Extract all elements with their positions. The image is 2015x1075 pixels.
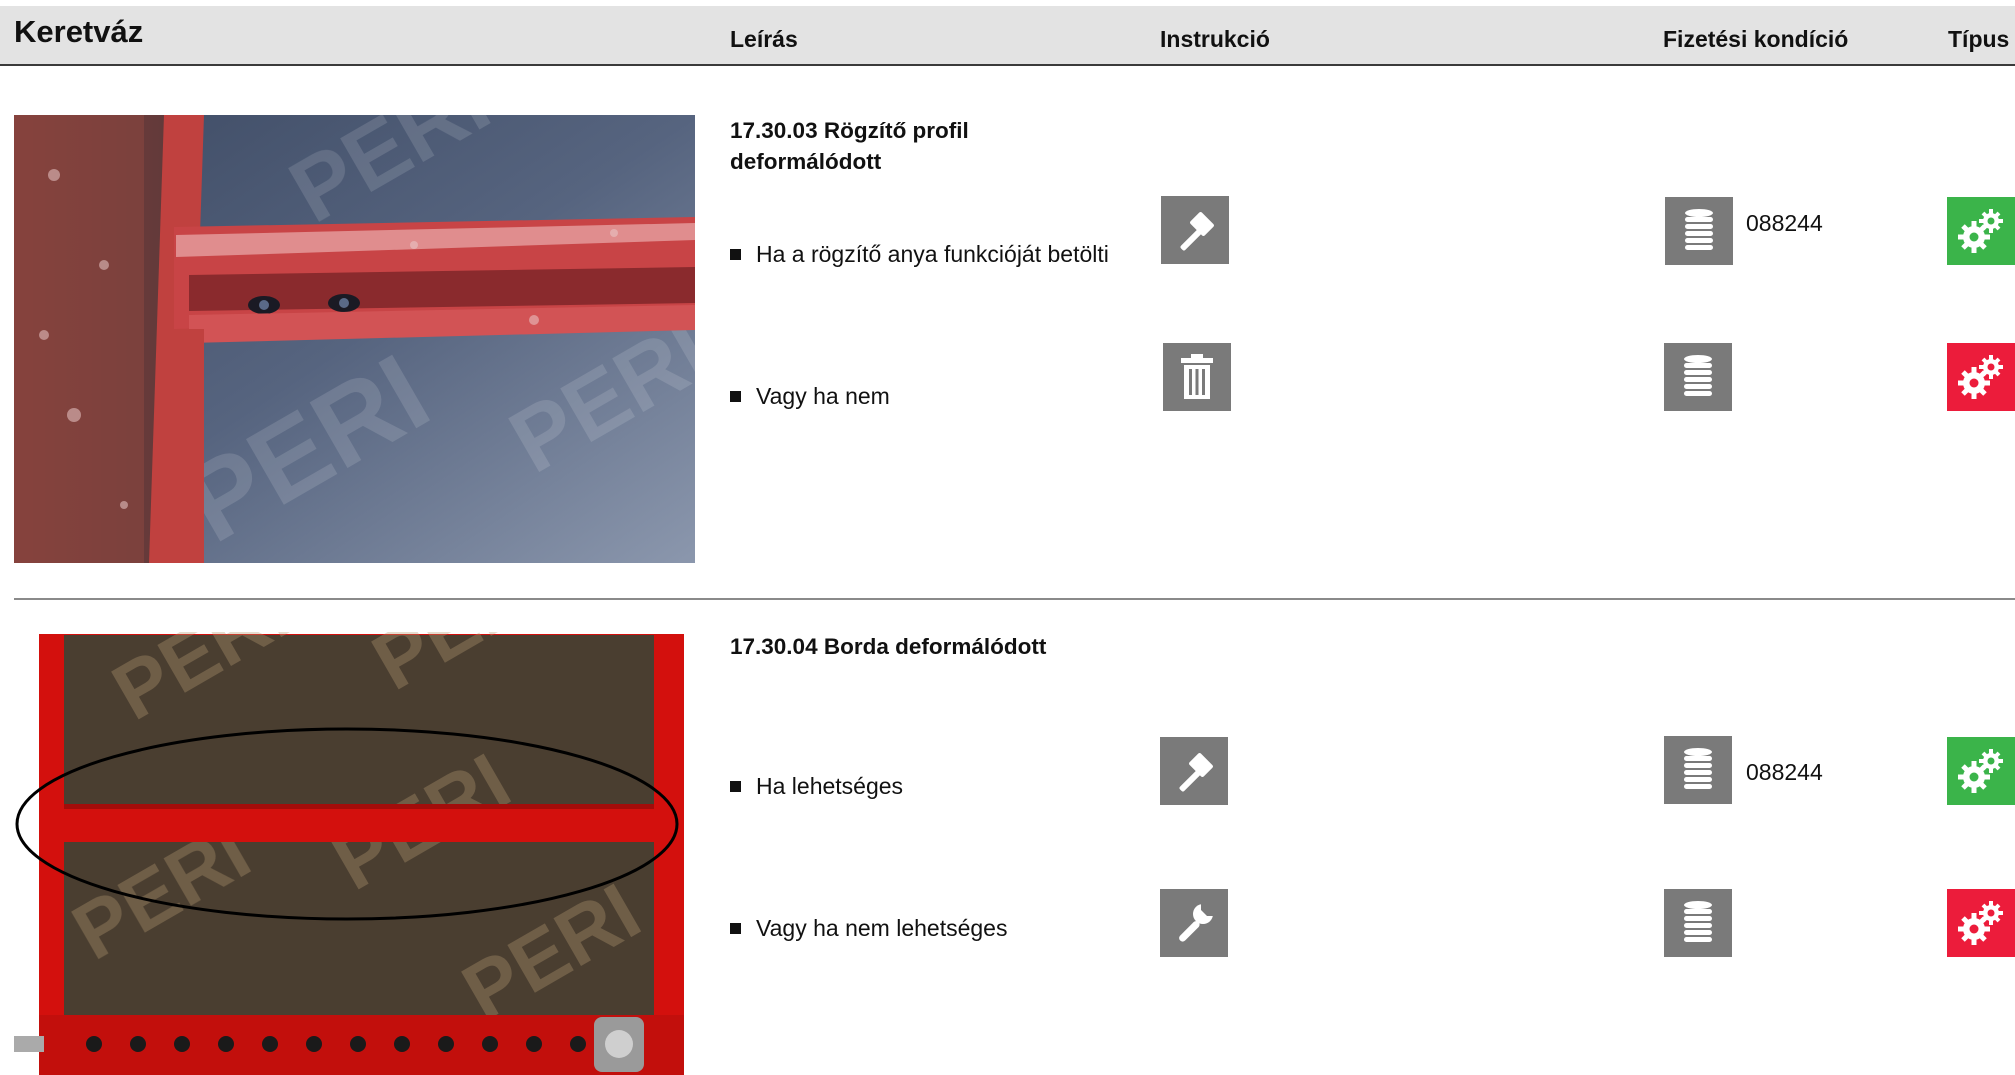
option-row: Vagy ha nem <box>730 383 890 410</box>
hammer-icon <box>1161 196 1229 264</box>
option-text: Vagy ha nem <box>756 383 890 409</box>
coin-stack-icon <box>1665 197 1733 265</box>
option-row: Ha a rögzítő anya funkcióját betölti <box>730 241 1109 268</box>
bullet-icon <box>730 781 741 792</box>
item-photo-rib: PERI PERI PERI PERI PERI <box>14 632 695 1075</box>
option-row: Vagy ha nem lehetséges <box>730 915 1007 942</box>
trash-icon <box>1163 343 1231 411</box>
column-header-instruction: Instrukció <box>1160 26 1270 52</box>
item-title: 17.30.04 Borda deformálódott <box>730 634 1047 659</box>
coin-stack-icon <box>1664 343 1732 411</box>
bullet-icon <box>730 391 741 402</box>
payment-code: 088244 <box>1746 210 1823 236</box>
bullet-icon <box>730 249 741 260</box>
coin-stack-icon <box>1664 889 1732 957</box>
bullet-icon <box>730 923 741 934</box>
column-header-description: Leírás <box>730 26 798 52</box>
gears-icon <box>1947 889 2015 957</box>
gears-icon <box>1947 343 2015 411</box>
item-photo-fixing-profile: PERI PERI PERI <box>14 115 695 563</box>
payment-code: 088244 <box>1746 759 1823 785</box>
gears-icon <box>1947 197 2015 265</box>
option-text: Ha lehetséges <box>756 773 904 799</box>
row-divider <box>14 598 2015 600</box>
table-header: Keretváz Leírás Instrukció Fizetési kond… <box>0 6 2015 66</box>
hammer-icon <box>1160 737 1228 805</box>
wrench-icon <box>1160 889 1228 957</box>
gears-icon <box>1947 737 2015 805</box>
column-header-payment: Fizetési kondíció <box>1663 26 1849 52</box>
option-row: Ha lehetséges <box>730 773 903 800</box>
coin-stack-icon <box>1664 736 1732 804</box>
option-text: Ha a rögzítő anya funkcióját betölti <box>756 241 1109 267</box>
column-header-type: Típus <box>1948 26 2010 52</box>
option-text: Vagy ha nem lehetséges <box>756 915 1008 941</box>
item-title: 17.30.03 Rögzítő profil deformálódott <box>730 118 969 174</box>
section-title: Keretváz <box>14 14 144 49</box>
